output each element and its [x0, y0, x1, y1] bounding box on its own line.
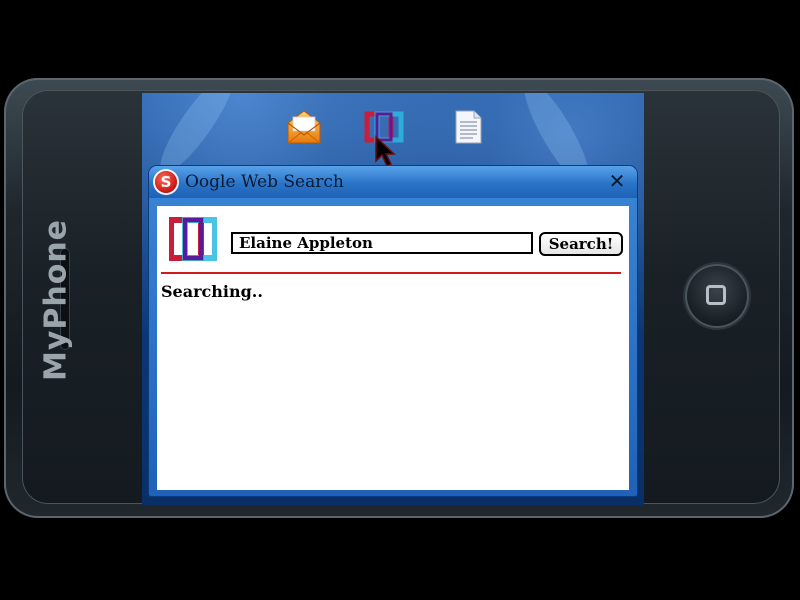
window-content: Search! Searching..	[157, 206, 629, 490]
mail-icon[interactable]	[284, 107, 324, 147]
divider	[161, 272, 621, 274]
window-titlebar[interactable]: S Oogle Web Search ✕	[149, 166, 637, 198]
home-icon	[706, 285, 726, 305]
app-logo-icon: S	[155, 171, 177, 193]
search-button[interactable]: Search!	[539, 232, 623, 256]
oogle-logo-icon	[169, 217, 217, 261]
mouse-cursor-icon	[375, 135, 396, 168]
oogle-search-window: S Oogle Web Search ✕ Search! Searching..	[149, 166, 637, 496]
close-button[interactable]: ✕	[607, 170, 627, 192]
search-input[interactable]	[231, 232, 533, 254]
window-title: Oogle Web Search	[185, 172, 344, 192]
search-status: Searching..	[161, 282, 263, 301]
document-icon[interactable]	[448, 107, 488, 147]
home-button[interactable]	[685, 264, 749, 328]
phone-brand: MyPhone	[38, 218, 74, 382]
